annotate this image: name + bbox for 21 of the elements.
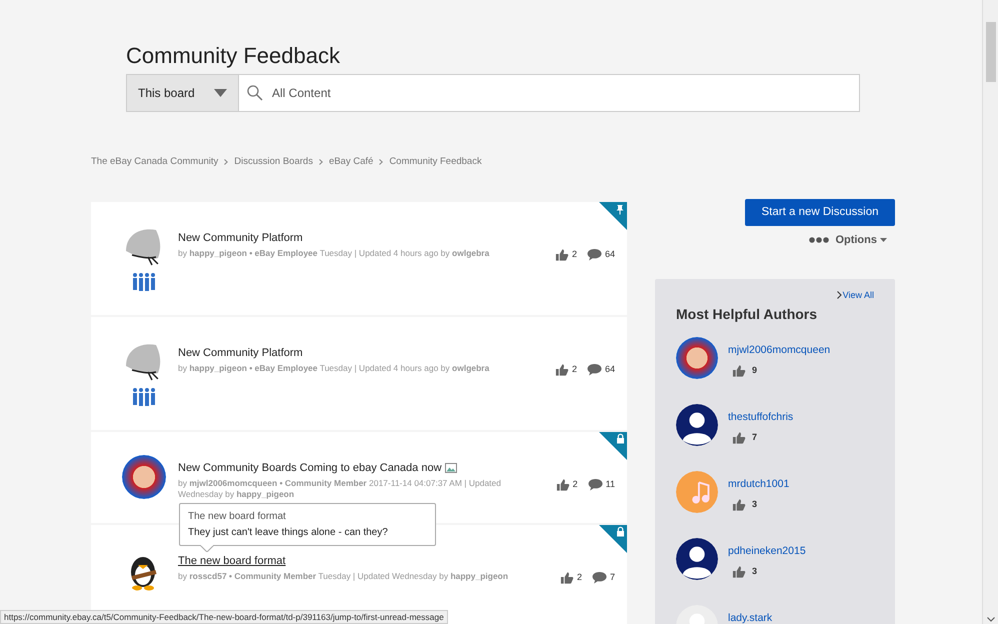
tooltip-title: The new board format (188, 510, 287, 523)
post-meta: by happy_pigeon • eBay Employee Tuesday | Updated 4 hours ago by owlgebra (178, 363, 490, 374)
kudos-count: 9 (752, 364, 758, 377)
panel-title: Most Helpful Authors (676, 305, 818, 324)
kudos-count: 3 (752, 498, 758, 511)
post-meta: by rosscd57 • Community Member Tuesday | Updated Wednesday by happy_pigeon (178, 571, 510, 582)
post-meta: by happy_pigeon • eBay Employee Tuesday | Updated 4 hours ago by owlgebra (178, 248, 490, 259)
kudos-count: 7 (752, 431, 758, 444)
reply-count: 64 (604, 363, 615, 376)
kudos-count: 3 (752, 565, 758, 578)
status-bar-url: https://community.ebay.ca/t5/Community-Feedback/The-new-board-format/td-p/391163/jump-to/first-unread-message (0, 610, 448, 624)
reply-count: 7 (610, 571, 615, 584)
page-title: Community Feedback (126, 42, 341, 70)
kudos-count: 2 (572, 363, 577, 376)
post-meta: by mjwl2006momcqueen • Community Member 2017-11-14 04:07:37 AM | Updated Wednesday by happy_pigeon (178, 478, 502, 500)
reply-count: 11 (606, 478, 615, 491)
reply-count: 64 (604, 248, 615, 261)
tooltip-text: They just can't leave things alone - can they? (188, 526, 389, 539)
kudos-count: 2 (572, 478, 578, 491)
kudos-count: 2 (576, 571, 582, 584)
kudos-count: 2 (572, 248, 577, 261)
